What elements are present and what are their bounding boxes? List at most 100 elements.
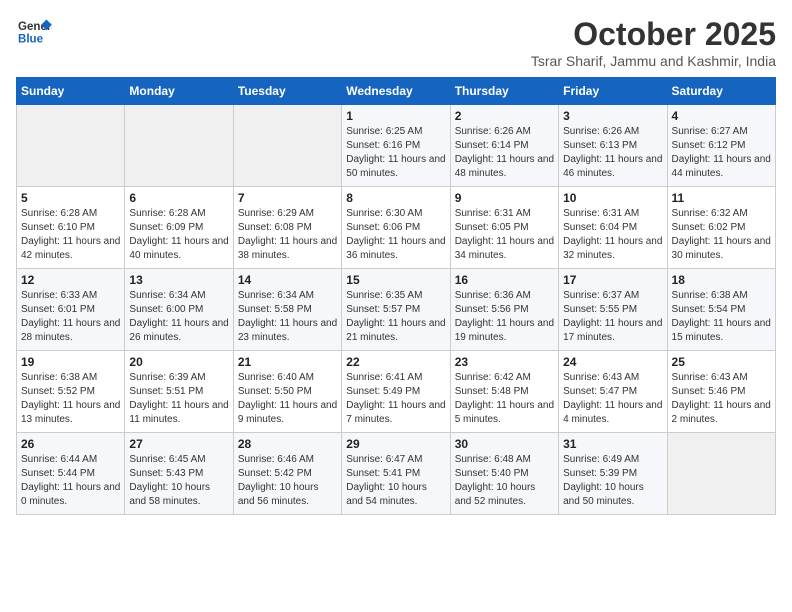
day-number: 20	[129, 355, 228, 369]
calendar-cell: 6Sunrise: 6:28 AM Sunset: 6:09 PM Daylig…	[125, 187, 233, 269]
calendar-cell: 26 Sunrise: 6:44 AM Sunset: 5:44 PM Dayli…	[17, 433, 125, 515]
day-info: Sunrise: 6:25 AM Sunset: 6:16 PM Dayligh…	[346, 125, 445, 181]
calendar-cell: 15 Sunrise: 6:35 AM Sunset: 5:57 PM Dayli…	[342, 269, 450, 351]
day-info: Sunrise: 6:30 AM Sunset: 6:06 PM Dayligh…	[346, 207, 445, 263]
day-info: Sunrise: 6:43 AM Sunset: 5:47 PM Dayligh…	[563, 371, 662, 427]
calendar-week-5: 26 Sunrise: 6:44 AM Sunset: 5:44 PM Dayli…	[17, 433, 776, 515]
calendar-cell: 29 Sunrise: 6:47 AM Sunset: 5:41 PM Dayli…	[342, 433, 450, 515]
calendar-cell: 16Sunrise: 6:36 AM Sunset: 5:56 PM Dayli…	[450, 269, 558, 351]
day-number: 29	[346, 437, 445, 451]
day-number: 11	[672, 191, 771, 205]
calendar-cell: 19Sunrise: 6:38 AM Sunset: 5:52 PM Dayli…	[17, 351, 125, 433]
day-number: 4	[672, 109, 771, 123]
day-number: 17	[563, 273, 662, 287]
day-number: 9	[455, 191, 554, 205]
calendar-cell: 31 Sunrise: 6:49 AM Sunset: 5:39 PM Dayli…	[559, 433, 667, 515]
day-info: Sunrise: 6:35 AM Sunset: 5:57 PM Dayligh…	[346, 289, 445, 345]
day-info: Sunrise: 6:44 AM Sunset: 5:44 PM Dayligh…	[21, 453, 120, 509]
weekday-header-wednesday: Wednesday	[342, 78, 450, 105]
day-info: Sunrise: 6:38 AM Sunset: 5:52 PM Dayligh…	[21, 371, 120, 427]
day-info: Sunrise: 6:29 AM Sunset: 6:08 PM Dayligh…	[238, 207, 337, 263]
weekday-header-tuesday: Tuesday	[233, 78, 341, 105]
svg-text:Blue: Blue	[18, 34, 44, 46]
calendar-cell: 30Sunrise: 6:48 AM Sunset: 5:40 PM Dayli…	[450, 433, 558, 515]
day-number: 18	[672, 273, 771, 287]
calendar-cell: 20 Sunrise: 6:39 AM Sunset: 5:51 PM Dayli…	[125, 351, 233, 433]
day-info: Sunrise: 6:47 AM Sunset: 5:41 PM Dayligh…	[346, 453, 445, 509]
day-info: Sunrise: 6:26 AM Sunset: 6:14 PM Dayligh…	[455, 125, 554, 181]
day-number: 7	[238, 191, 337, 205]
day-info: Sunrise: 6:31 AM Sunset: 6:05 PM Dayligh…	[455, 207, 554, 263]
day-info: Sunrise: 6:37 AM Sunset: 5:55 PM Dayligh…	[563, 289, 662, 345]
calendar-cell: 9 Sunrise: 6:31 AM Sunset: 6:05 PM Daylig…	[450, 187, 558, 269]
calendar-cell: 23 Sunrise: 6:42 AM Sunset: 5:48 PM Dayli…	[450, 351, 558, 433]
day-info: Sunrise: 6:26 AM Sunset: 6:13 PM Dayligh…	[563, 125, 662, 181]
day-info: Sunrise: 6:34 AM Sunset: 6:00 PM Dayligh…	[129, 289, 228, 345]
calendar-cell: 1 Sunrise: 6:25 AM Sunset: 6:16 PM Daylig…	[342, 105, 450, 187]
calendar-week-3: 12Sunrise: 6:33 AM Sunset: 6:01 PM Dayli…	[17, 269, 776, 351]
day-info: Sunrise: 6:45 AM Sunset: 5:43 PM Dayligh…	[129, 453, 228, 509]
day-number: 2	[455, 109, 554, 123]
day-number: 16	[455, 273, 554, 287]
calendar-cell: 28Sunrise: 6:46 AM Sunset: 5:42 PM Dayli…	[233, 433, 341, 515]
calendar-cell	[17, 105, 125, 187]
title-block: October 2025 Tsrar Sharif, Jammu and Kas…	[531, 16, 776, 69]
calendar-cell: 22 Sunrise: 6:41 AM Sunset: 5:49 PM Dayli…	[342, 351, 450, 433]
day-number: 13	[129, 273, 228, 287]
day-number: 5	[21, 191, 120, 205]
calendar-week-2: 5Sunrise: 6:28 AM Sunset: 6:10 PM Daylig…	[17, 187, 776, 269]
day-info: Sunrise: 6:41 AM Sunset: 5:49 PM Dayligh…	[346, 371, 445, 427]
logo-icon: General Blue	[16, 16, 52, 48]
day-number: 8	[346, 191, 445, 205]
day-number: 25	[672, 355, 771, 369]
day-number: 23	[455, 355, 554, 369]
calendar-cell: 12Sunrise: 6:33 AM Sunset: 6:01 PM Dayli…	[17, 269, 125, 351]
day-number: 22	[346, 355, 445, 369]
calendar-cell	[233, 105, 341, 187]
weekday-header-thursday: Thursday	[450, 78, 558, 105]
day-number: 15	[346, 273, 445, 287]
page-header: General Blue October 2025 Tsrar Sharif, …	[16, 16, 776, 69]
weekday-header-row: SundayMondayTuesdayWednesdayThursdayFrid…	[17, 78, 776, 105]
day-number: 14	[238, 273, 337, 287]
calendar-cell: 14 Sunrise: 6:34 AM Sunset: 5:58 PM Dayli…	[233, 269, 341, 351]
day-info: Sunrise: 6:42 AM Sunset: 5:48 PM Dayligh…	[455, 371, 554, 427]
day-number: 31	[563, 437, 662, 451]
calendar-cell: 10Sunrise: 6:31 AM Sunset: 6:04 PM Dayli…	[559, 187, 667, 269]
day-number: 6	[129, 191, 228, 205]
weekday-header-saturday: Saturday	[667, 78, 775, 105]
day-info: Sunrise: 6:32 AM Sunset: 6:02 PM Dayligh…	[672, 207, 771, 263]
day-number: 21	[238, 355, 337, 369]
calendar-cell: 3 Sunrise: 6:26 AM Sunset: 6:13 PM Daylig…	[559, 105, 667, 187]
day-info: Sunrise: 6:43 AM Sunset: 5:46 PM Dayligh…	[672, 371, 771, 427]
calendar-cell: 4 Sunrise: 6:27 AM Sunset: 6:12 PM Daylig…	[667, 105, 775, 187]
day-info: Sunrise: 6:34 AM Sunset: 5:58 PM Dayligh…	[238, 289, 337, 345]
logo: General Blue	[16, 16, 52, 48]
day-info: Sunrise: 6:40 AM Sunset: 5:50 PM Dayligh…	[238, 371, 337, 427]
day-number: 24	[563, 355, 662, 369]
day-info: Sunrise: 6:49 AM Sunset: 5:39 PM Dayligh…	[563, 453, 662, 509]
calendar-table: SundayMondayTuesdayWednesdayThursdayFrid…	[16, 77, 776, 515]
calendar-cell: 13 Sunrise: 6:34 AM Sunset: 6:00 PM Dayli…	[125, 269, 233, 351]
weekday-header-sunday: Sunday	[17, 78, 125, 105]
calendar-cell: 21 Sunrise: 6:40 AM Sunset: 5:50 PM Dayli…	[233, 351, 341, 433]
day-info: Sunrise: 6:33 AM Sunset: 6:01 PM Dayligh…	[21, 289, 120, 345]
calendar-cell: 5Sunrise: 6:28 AM Sunset: 6:10 PM Daylig…	[17, 187, 125, 269]
month-title: October 2025	[531, 16, 776, 53]
calendar-week-4: 19Sunrise: 6:38 AM Sunset: 5:52 PM Dayli…	[17, 351, 776, 433]
calendar-week-1: 1 Sunrise: 6:25 AM Sunset: 6:16 PM Daylig…	[17, 105, 776, 187]
calendar-cell	[667, 433, 775, 515]
day-number: 3	[563, 109, 662, 123]
weekday-header-friday: Friday	[559, 78, 667, 105]
day-number: 26	[21, 437, 120, 451]
day-info: Sunrise: 6:38 AM Sunset: 5:54 PM Dayligh…	[672, 289, 771, 345]
calendar-cell: 11 Sunrise: 6:32 AM Sunset: 6:02 PM Dayli…	[667, 187, 775, 269]
day-info: Sunrise: 6:31 AM Sunset: 6:04 PM Dayligh…	[563, 207, 662, 263]
day-info: Sunrise: 6:39 AM Sunset: 5:51 PM Dayligh…	[129, 371, 228, 427]
day-info: Sunrise: 6:27 AM Sunset: 6:12 PM Dayligh…	[672, 125, 771, 181]
weekday-header-monday: Monday	[125, 78, 233, 105]
day-number: 1	[346, 109, 445, 123]
day-number: 30	[455, 437, 554, 451]
calendar-cell: 27Sunrise: 6:45 AM Sunset: 5:43 PM Dayli…	[125, 433, 233, 515]
calendar-header: SundayMondayTuesdayWednesdayThursdayFrid…	[17, 78, 776, 105]
